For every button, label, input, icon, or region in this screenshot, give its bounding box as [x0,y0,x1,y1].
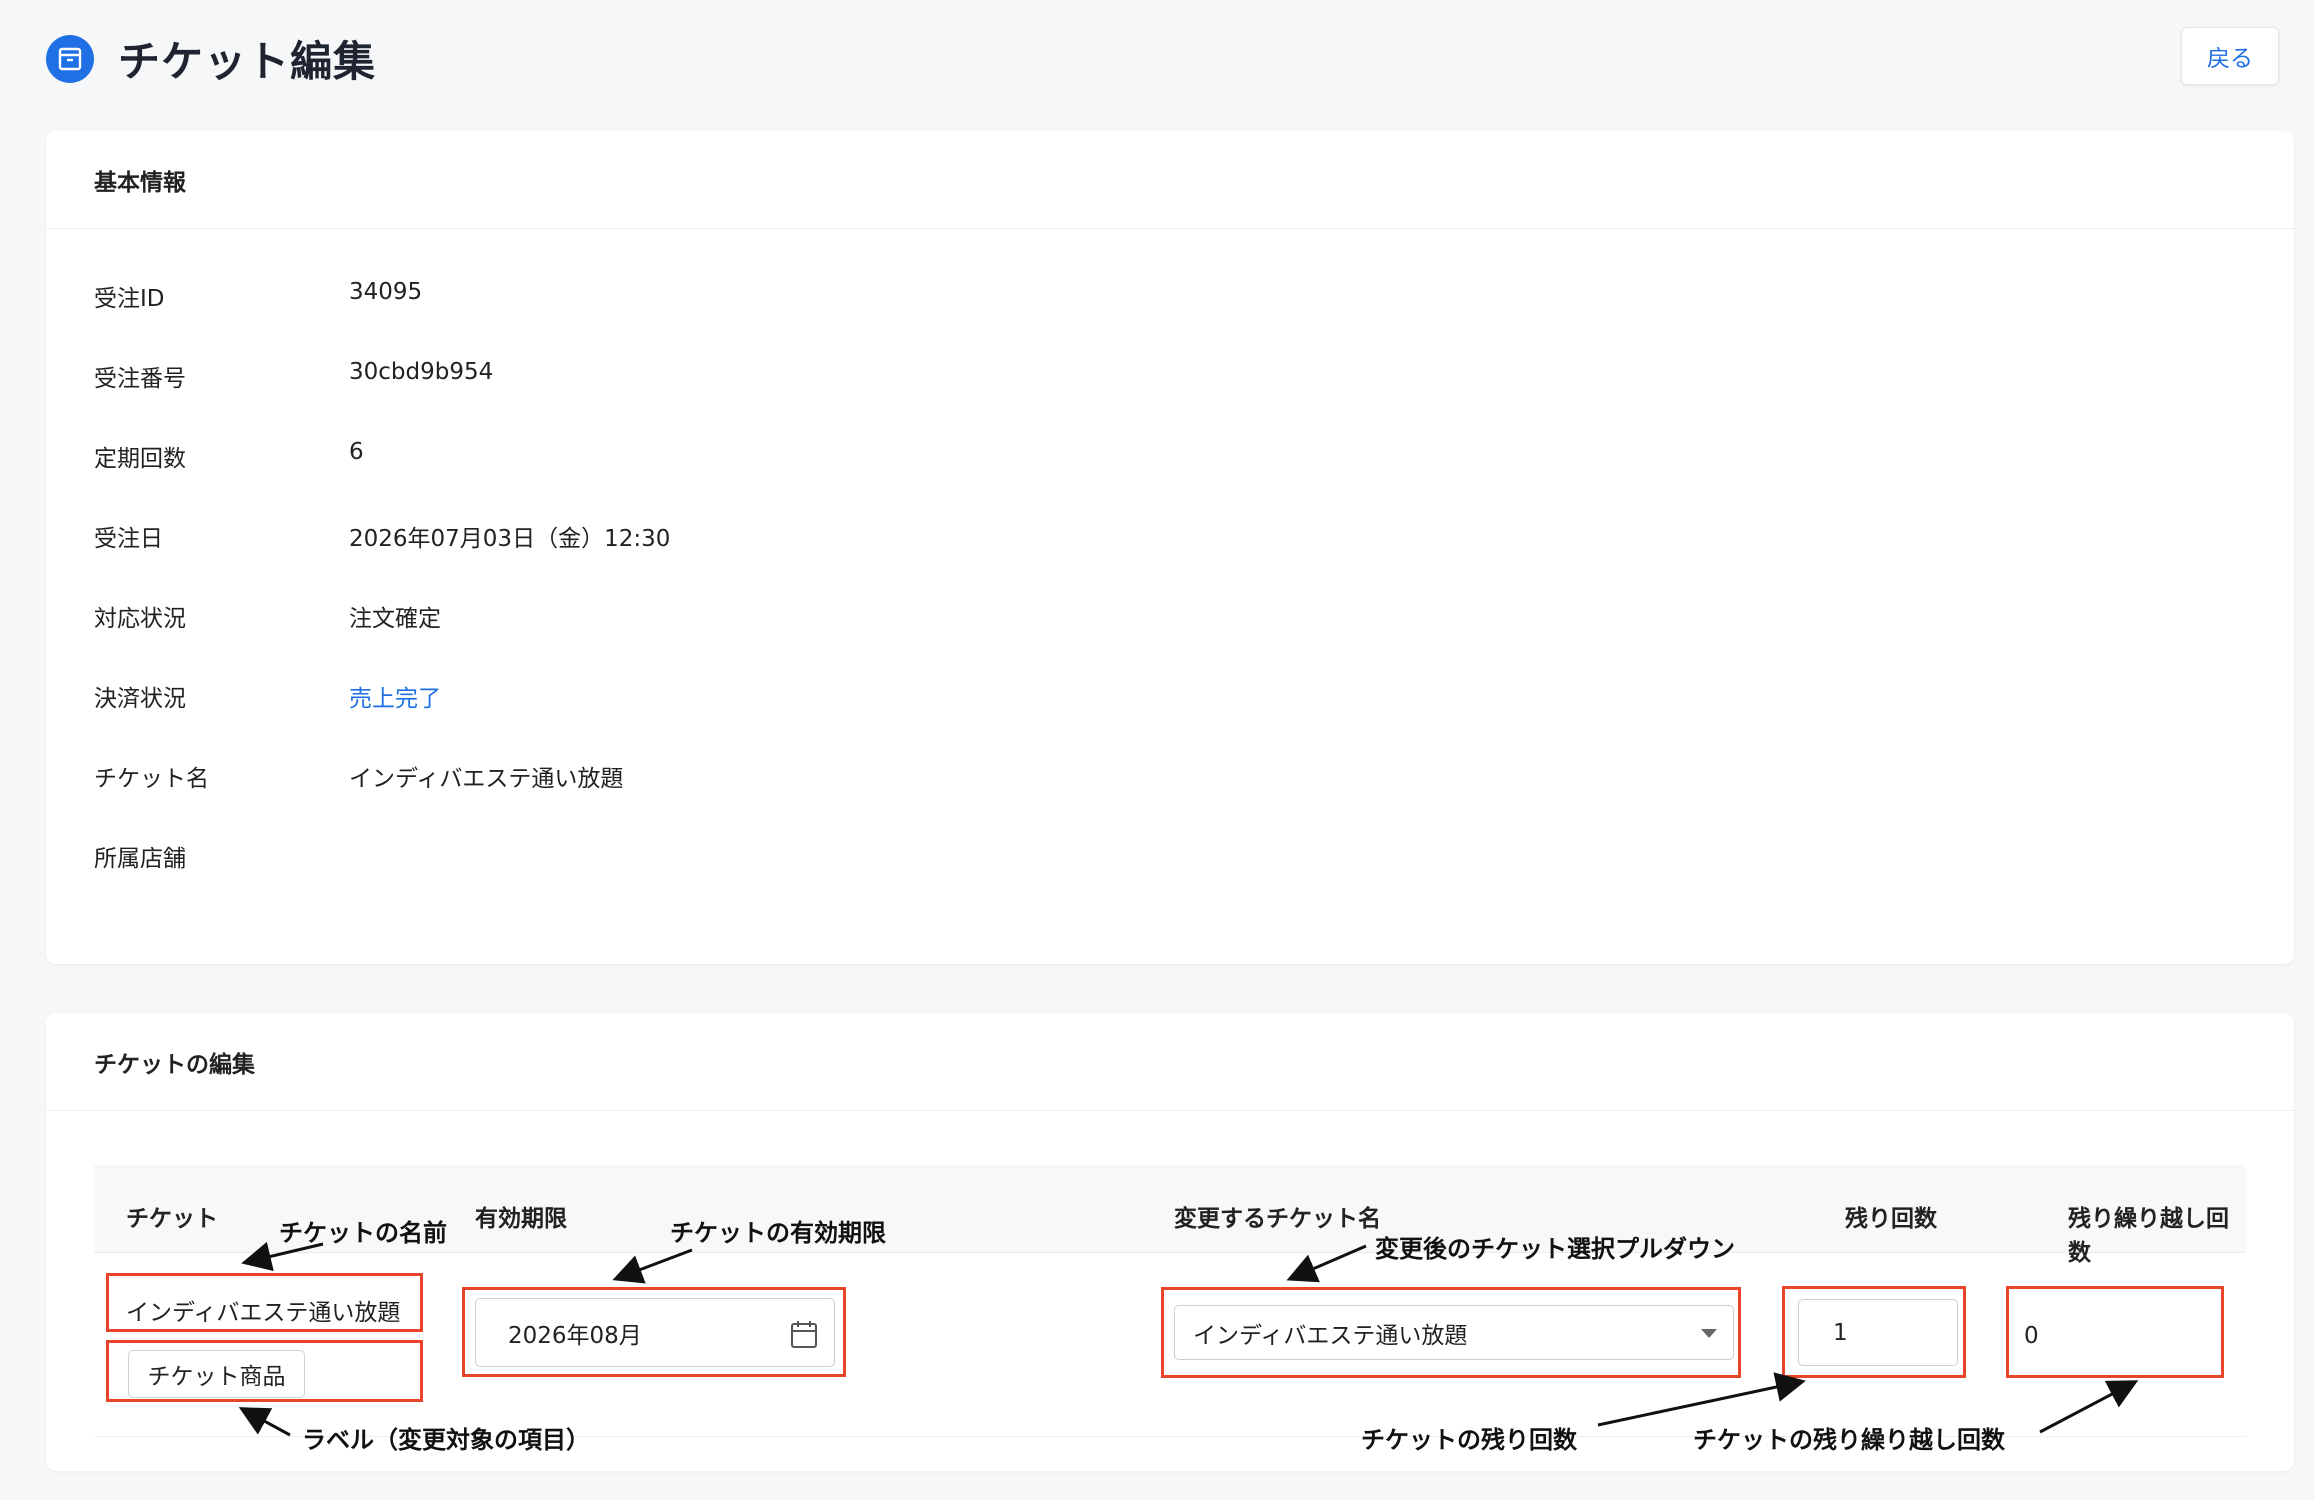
info-label: 定期回数 [94,446,186,472]
carryover-count-input[interactable]: 0 [2012,1296,2218,1376]
annotation-ticket-name: チケットの名前 [279,1219,447,1247]
remaining-count-input[interactable]: 1 [1798,1299,1958,1366]
basic-info-card: 基本情報 受注ID 34095 受注番号 30cbd9b954 定期回数 6 受… [46,131,2294,964]
page-header: チケット編集 [46,28,376,89]
carryover-count-value: 0 [2024,1323,2039,1349]
info-value: 2026年07月03日（金）12:30 [349,526,671,552]
back-button[interactable]: 戻る [2181,27,2279,85]
selected-ticket-value: インディバエステ通い放題 [1193,1322,1468,1349]
chevron-down-icon [1701,1329,1717,1338]
info-row-payment-status: 決済状況 売上完了 [94,679,441,713]
info-row-order-date: 受注日 2026年07月03日（金）12:30 [94,519,670,553]
info-value: インディバエステ通い放題 [349,766,624,792]
info-row-order-number: 受注番号 30cbd9b954 [94,359,493,393]
column-header-remaining: 残り回数 [1845,1206,1937,1232]
remaining-count-value: 1 [1833,1319,1848,1346]
ticket-name-text: インディバエステ通い放題 [126,1300,401,1326]
ticket-product-tag: チケット商品 [128,1350,305,1398]
page: チケット編集 戻る 基本情報 受注ID 34095 受注番号 30cbd9b95… [0,0,2314,1500]
info-row-store: 所属店舗 [94,839,349,873]
column-header-ticket: チケット [126,1206,218,1232]
basic-info-heading: 基本情報 [46,131,2294,229]
payment-status-link[interactable]: 売上完了 [349,679,441,713]
info-label: 決済状況 [94,686,186,712]
info-row-ticket-name: チケット名 インディバエステ通い放題 [94,759,623,793]
info-row-order-id: 受注ID 34095 [94,279,422,313]
expiry-date-value: 2026年08月 [508,1322,642,1349]
info-label: 対応状況 [94,606,186,632]
expiry-date-input[interactable]: 2026年08月 [475,1298,835,1367]
info-label: チケット名 [94,766,209,792]
annotation-remaining: チケットの残り回数 [1361,1426,1577,1454]
info-label: 受注ID [94,286,165,312]
info-label: 受注日 [94,526,163,552]
info-label: 所属店舗 [94,846,186,872]
calendar-icon[interactable] [790,1319,818,1355]
annotation-carryover: チケットの残り繰り越し回数 [1693,1426,2005,1454]
column-header-expiry: 有効期限 [475,1206,567,1232]
archive-icon [46,34,94,83]
info-value: 注文確定 [349,606,441,632]
page-title: チケット編集 [118,37,377,86]
info-value: 6 [349,439,364,465]
annotation-select: 変更後のチケット選択プルダウン [1375,1235,1735,1263]
info-row-status: 対応状況 注文確定 [94,599,441,633]
ticket-edit-heading: チケットの編集 [46,1013,2294,1111]
info-label: 受注番号 [94,366,186,392]
annotation-expiry: チケットの有効期限 [670,1219,886,1247]
annotation-label: ラベル（変更対象の項目） [302,1426,590,1454]
ticket-select-dropdown[interactable]: インディバエステ通い放題 [1174,1305,1734,1360]
info-value: 34095 [349,279,423,305]
column-header-new-ticket-name: 変更するチケット名 [1174,1206,1381,1232]
info-value: 30cbd9b954 [349,359,494,385]
info-row-subscription-count: 定期回数 6 [94,439,364,473]
